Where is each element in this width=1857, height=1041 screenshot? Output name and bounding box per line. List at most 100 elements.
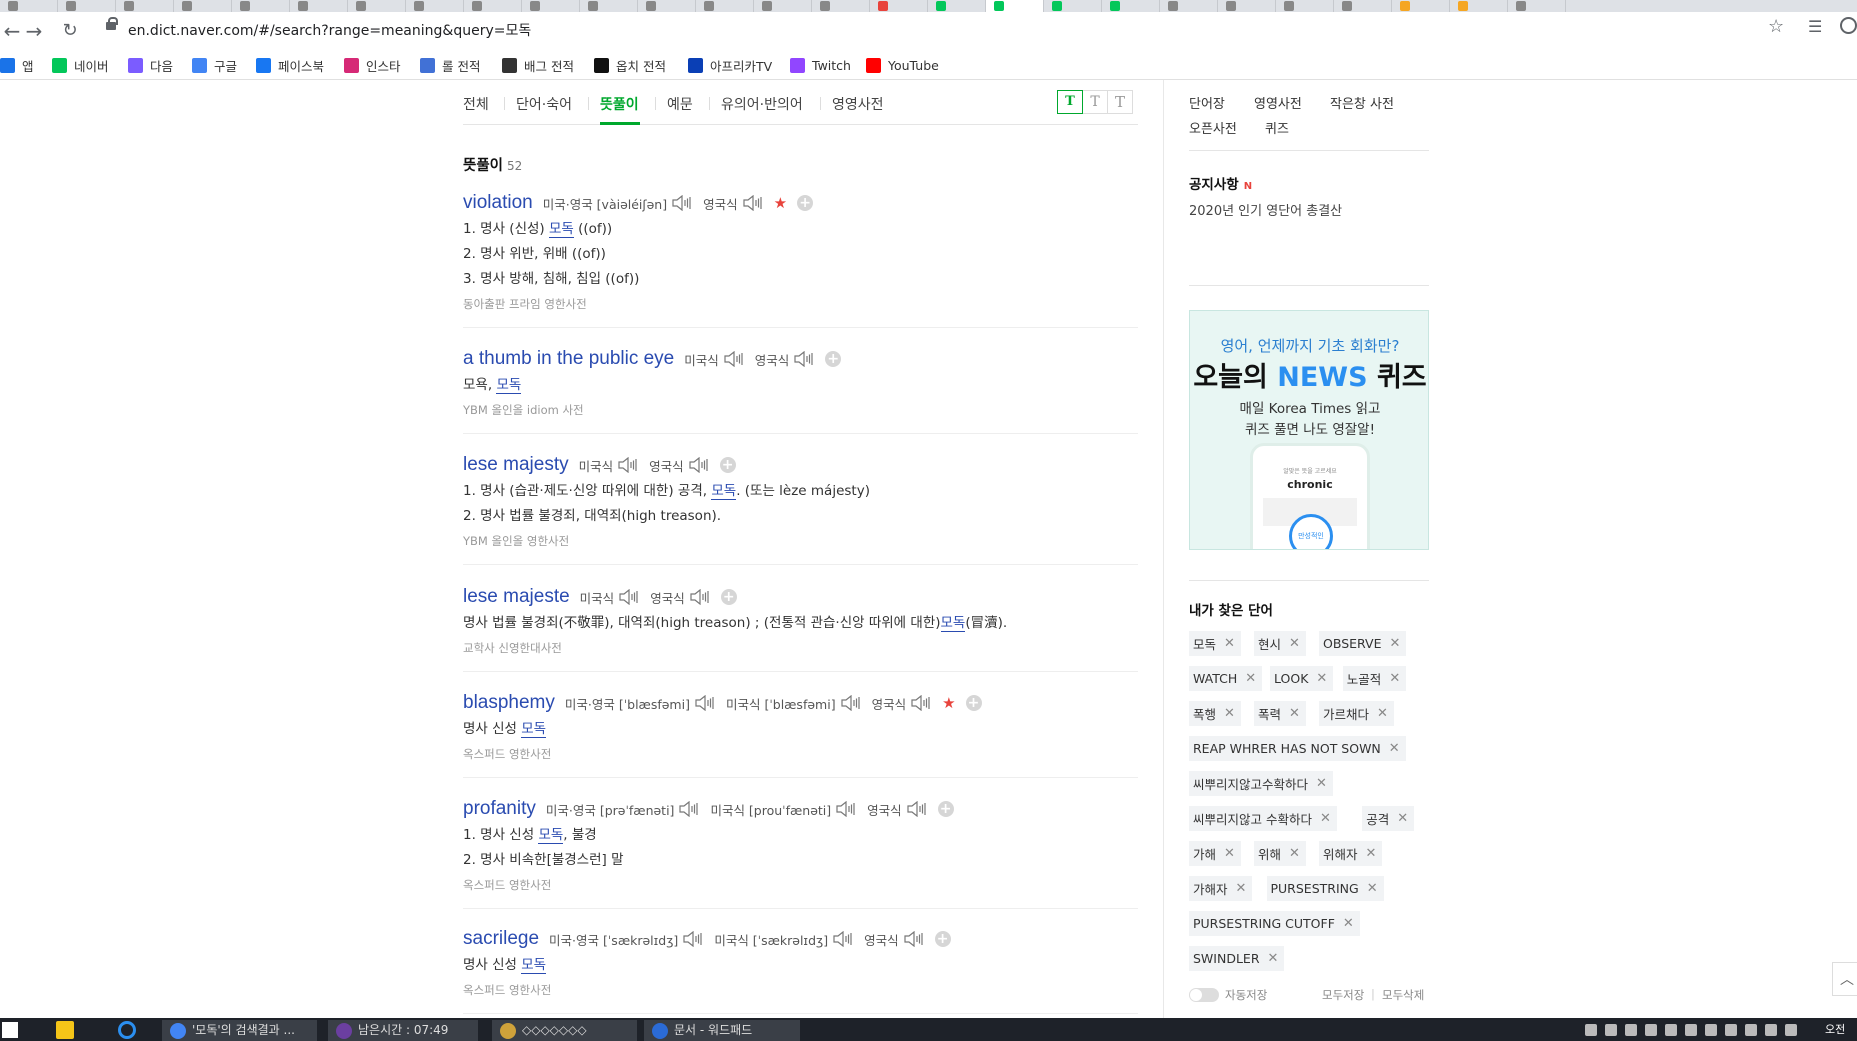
windows-start-icon[interactable]: [2, 1022, 18, 1038]
link-quiz[interactable]: 퀴즈: [1265, 118, 1289, 137]
my-word-chip[interactable]: REAP WHRER HAS NOT SOWN ✕: [1189, 736, 1406, 761]
remove-close-icon[interactable]: ✕: [1224, 636, 1235, 651]
scroll-top-chevron-icon[interactable]: ︿: [1832, 962, 1857, 996]
my-word-chip[interactable]: 폭력 ✕: [1254, 701, 1306, 726]
remove-close-icon[interactable]: ✕: [1289, 636, 1300, 651]
reading-list-icon[interactable]: ☰: [1808, 17, 1822, 36]
highlighted-term-link[interactable]: 모독: [521, 957, 547, 974]
speaker-icon[interactable]: [682, 931, 704, 947]
dictionary-source[interactable]: 교학사 신영한대사전: [463, 636, 1138, 661]
speaker-icon[interactable]: [618, 589, 640, 605]
font-size-button-1[interactable]: T: [1082, 90, 1108, 114]
browser-tab[interactable]: [986, 0, 1044, 12]
browser-tab[interactable]: [1276, 0, 1334, 12]
system-tray-icon[interactable]: [1685, 1024, 1697, 1036]
bookmark-5[interactable]: 인스타: [344, 56, 401, 74]
my-word-chip[interactable]: 폭행 ✕: [1189, 701, 1241, 726]
speaker-icon[interactable]: [617, 457, 639, 473]
bookmark-9[interactable]: 아프리카TV: [688, 56, 772, 74]
tab-2[interactable]: 뜻풀이: [600, 94, 639, 114]
entry-word-link[interactable]: sacrilege: [463, 928, 539, 950]
browser-tab[interactable]: [1334, 0, 1392, 12]
my-word-chip[interactable]: 현시 ✕: [1254, 631, 1306, 656]
forward-arrow-icon[interactable]: →: [22, 19, 46, 43]
link-wordbook[interactable]: 단어장: [1189, 93, 1225, 112]
remove-close-icon[interactable]: ✕: [1224, 846, 1235, 861]
browser-tab[interactable]: [1160, 0, 1218, 12]
highlighted-term-link[interactable]: 모독: [548, 221, 574, 238]
bookmark-2[interactable]: 다음: [128, 56, 173, 74]
entry-word-link[interactable]: a thumb in the public eye: [463, 348, 674, 370]
notice-title[interactable]: 공지사항 N: [1189, 173, 1252, 193]
taskbar-paint-window[interactable]: ◇◇◇◇◇◇◇: [492, 1020, 637, 1041]
speaker-icon[interactable]: [723, 351, 745, 367]
system-tray-icon[interactable]: [1785, 1024, 1797, 1036]
remove-close-icon[interactable]: ✕: [1389, 636, 1400, 651]
browser-tab[interactable]: [1450, 0, 1508, 12]
my-word-chip[interactable]: PURSESTRING CUTOFF ✕: [1189, 911, 1360, 936]
highlighted-term-link[interactable]: 모독: [496, 377, 522, 394]
my-word-chip[interactable]: 노골적 ✕: [1342, 666, 1407, 691]
browser-tab[interactable]: [290, 0, 348, 12]
bookmark-11[interactable]: YouTube: [866, 56, 939, 74]
tab-3[interactable]: 예문: [667, 94, 693, 114]
add-wordbook-icon[interactable]: +: [720, 589, 737, 605]
file-explorer-icon[interactable]: [56, 1021, 74, 1039]
remove-close-icon[interactable]: ✕: [1377, 706, 1388, 721]
remove-close-icon[interactable]: ✕: [1268, 951, 1279, 966]
highlighted-term-link[interactable]: 모독: [538, 827, 564, 844]
system-tray-icon[interactable]: [1745, 1024, 1757, 1036]
browser-tab[interactable]: [928, 0, 986, 12]
back-arrow-icon[interactable]: ←: [0, 19, 24, 43]
browser-tab[interactable]: [1044, 0, 1102, 12]
add-wordbook-icon[interactable]: +: [797, 195, 814, 211]
speaker-icon[interactable]: [688, 457, 710, 473]
delete-all-button[interactable]: 모두삭제: [1382, 987, 1424, 1003]
browser-tab[interactable]: [0, 0, 58, 12]
font-size-button-0[interactable]: T: [1057, 90, 1083, 114]
speaker-icon[interactable]: [694, 695, 716, 711]
font-size-button-2[interactable]: T: [1107, 90, 1133, 114]
browser-tab[interactable]: [232, 0, 290, 12]
notice-item[interactable]: 2020년 인기 영단어 총결산: [1189, 200, 1342, 219]
my-word-chip[interactable]: 씨뿌리지않고 수확하다 ✕: [1189, 806, 1337, 831]
bookmark-10[interactable]: Twitch: [790, 56, 851, 74]
reload-icon[interactable]: ↻: [58, 19, 82, 43]
dictionary-source[interactable]: 옥스퍼드 영한사전: [463, 978, 1138, 1003]
system-tray-icon[interactable]: [1765, 1024, 1777, 1036]
browser-tab[interactable]: [348, 0, 406, 12]
bookmark-8[interactable]: 옵치 전적: [594, 56, 666, 74]
add-wordbook-icon[interactable]: +: [937, 801, 954, 817]
remove-close-icon[interactable]: ✕: [1224, 706, 1235, 721]
browser-tab[interactable]: [696, 0, 754, 12]
remove-close-icon[interactable]: ✕: [1316, 776, 1327, 791]
tab-1[interactable]: 단어·숙어: [516, 94, 572, 114]
autosave-toggle[interactable]: 자동저장: [1189, 987, 1267, 1003]
remove-close-icon[interactable]: ✕: [1389, 671, 1400, 686]
save-all-button[interactable]: 모두저장: [1322, 987, 1364, 1003]
my-word-chip[interactable]: 위해자 ✕: [1319, 841, 1383, 866]
my-word-chip[interactable]: 가해자 ✕: [1189, 876, 1253, 901]
system-tray-icon[interactable]: [1585, 1024, 1597, 1036]
remove-close-icon[interactable]: ✕: [1367, 881, 1378, 896]
browser-tab[interactable]: [812, 0, 870, 12]
tab-5[interactable]: 영영사전: [832, 94, 884, 114]
browser-tab[interactable]: [464, 0, 522, 12]
bookmark-7[interactable]: 배그 전적: [502, 56, 574, 74]
my-word-chip[interactable]: 씨뿌리지않고수확하다 ✕: [1189, 771, 1333, 796]
system-clock[interactable]: 오전: [1825, 1021, 1845, 1037]
browser-tab[interactable]: [406, 0, 464, 12]
browser-tab[interactable]: [870, 0, 928, 12]
browser-tab[interactable]: [522, 0, 580, 12]
highlighted-term-link[interactable]: 모독: [940, 615, 966, 632]
speaker-icon[interactable]: [832, 931, 854, 947]
browser-tab[interactable]: [174, 0, 232, 12]
news-quiz-banner[interactable]: 영어, 언제까지 기초 회화만? 오늘의 NEWS 퀴즈 매일 Korea Ti…: [1189, 310, 1429, 550]
entry-word-link[interactable]: lese majesty: [463, 454, 569, 476]
dictionary-source[interactable]: 옥스퍼드 영한사전: [463, 742, 1138, 767]
browser-tab[interactable]: [638, 0, 696, 12]
highlighted-term-link[interactable]: 모독: [711, 483, 737, 500]
speaker-icon[interactable]: [903, 931, 925, 947]
remove-close-icon[interactable]: ✕: [1289, 846, 1300, 861]
browser-tab[interactable]: [580, 0, 638, 12]
